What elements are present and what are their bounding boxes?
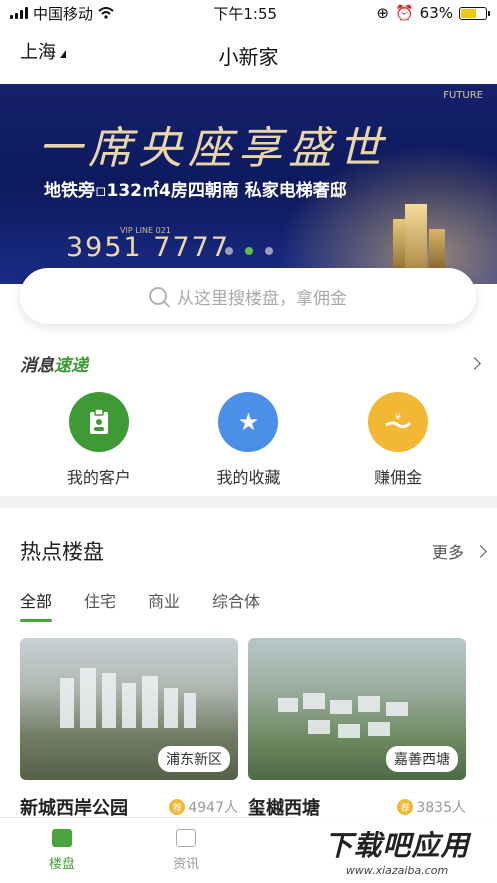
listing-image: 浦东新区 bbox=[20, 638, 238, 780]
city-label: 上海 bbox=[20, 42, 56, 63]
city-selector[interactable]: 上海 bbox=[20, 38, 66, 64]
star-icon: ★ bbox=[218, 392, 279, 452]
news-icon bbox=[176, 829, 196, 847]
listing-image: 嘉善西塘 bbox=[248, 638, 466, 780]
banner-phone: 3951 7777 bbox=[66, 232, 231, 263]
status-left: 中国移动 bbox=[10, 3, 114, 24]
battery-percent: 63% bbox=[419, 4, 453, 22]
watermark-url: www.xiazaiba.com bbox=[345, 863, 449, 877]
shortcut-label: 我的客户 bbox=[66, 468, 131, 487]
search-icon bbox=[149, 287, 167, 305]
wifi-icon bbox=[98, 7, 114, 19]
tab-label: 资讯 bbox=[172, 857, 199, 872]
clock: 下午1:55 bbox=[213, 4, 278, 23]
view-count: 4947人 bbox=[188, 800, 238, 816]
search-placeholder: 从这里搜楼盘，拿佣金 bbox=[177, 288, 347, 309]
news-logo-part-b: 速递 bbox=[54, 355, 88, 376]
area-tag: 嘉善西塘 bbox=[386, 746, 458, 772]
nav-bar: 上海 小新家 bbox=[0, 26, 497, 84]
listing-count: 荐 3835人 bbox=[397, 797, 466, 817]
svg-text:¥: ¥ bbox=[395, 413, 401, 423]
more-label: 更多 bbox=[431, 543, 464, 562]
clipboard-icon bbox=[68, 392, 129, 452]
search-bar[interactable]: 从这里搜楼盘，拿佣金 bbox=[20, 268, 476, 324]
chevron-right-icon bbox=[474, 544, 487, 558]
carrier-label: 中国移动 bbox=[33, 4, 94, 23]
news-ticker[interactable]: 消息速递 bbox=[0, 345, 497, 381]
tab-listings[interactable]: 楼盘 bbox=[0, 818, 124, 883]
shortcut-my-clients[interactable]: 我的客户 bbox=[44, 392, 154, 488]
news-logo-part-a: 消息 bbox=[20, 355, 54, 376]
section-title: 热点楼盘 bbox=[20, 540, 104, 564]
status-right: ⊕ ⏰ 63% bbox=[376, 4, 490, 22]
recommend-badge-icon: 荐 bbox=[169, 799, 186, 815]
listing-cards: 浦东新区 新城西岸公园 荐 4947人 嘉善西塘 玺樾西塘 荐 3835人 bbox=[20, 638, 466, 820]
carousel-dot[interactable] bbox=[265, 247, 273, 255]
status-bar: 中国移动 下午1:55 ⊕ ⏰ 63% bbox=[0, 0, 497, 26]
more-button[interactable]: 更多 bbox=[431, 539, 487, 563]
tab-news[interactable]: 资讯 bbox=[124, 818, 248, 883]
page-title: 小新家 bbox=[218, 44, 279, 69]
shortcut-label: 赚佣金 bbox=[374, 468, 423, 487]
lock-rotation-icon: ⊕ bbox=[376, 4, 389, 22]
tab-commercial[interactable]: 商业 bbox=[148, 588, 180, 622]
tab-residential[interactable]: 住宅 bbox=[84, 588, 116, 622]
watermark-text: 下载吧应用 bbox=[324, 828, 470, 862]
dropdown-triangle-icon bbox=[60, 50, 66, 58]
shortcut-my-favorites[interactable]: ★ 我的收藏 bbox=[193, 392, 303, 488]
shortcut-label: 我的收藏 bbox=[216, 468, 281, 487]
building-icon bbox=[52, 829, 72, 847]
chevron-right-icon[interactable] bbox=[468, 356, 481, 370]
banner-headline: 一席央座享盛世 bbox=[38, 123, 388, 174]
carousel-dots[interactable] bbox=[225, 247, 273, 255]
carousel-dot[interactable] bbox=[245, 247, 253, 255]
promo-banner[interactable]: FUTURE 一席央座享盛世 地铁旁▫132㎡4房四朝南 私家电梯奢邸 VIP … bbox=[0, 84, 497, 284]
listing-card[interactable]: 嘉善西塘 玺樾西塘 荐 3835人 bbox=[248, 638, 466, 820]
hot-listings-header: 热点楼盘 更多 bbox=[20, 536, 487, 566]
shortcut-row: 我的客户 ★ 我的收藏 ¥ 赚佣金 bbox=[0, 392, 497, 488]
category-tabs: 全部 住宅 商业 综合体 bbox=[20, 588, 260, 622]
recommend-badge-icon: 荐 bbox=[397, 799, 414, 815]
banner-brand: FUTURE bbox=[443, 90, 483, 101]
alarm-icon: ⏰ bbox=[394, 4, 414, 22]
tab-all[interactable]: 全部 bbox=[20, 588, 53, 622]
listing-card[interactable]: 浦东新区 新城西岸公园 荐 4947人 bbox=[20, 638, 238, 820]
shortcut-earn-commission[interactable]: ¥ 赚佣金 bbox=[343, 392, 453, 488]
tab-complex[interactable]: 综合体 bbox=[212, 588, 260, 622]
section-divider bbox=[0, 496, 497, 508]
watermark: 下载吧应用 www.xiazaiba.com bbox=[297, 817, 497, 883]
listing-count: 荐 4947人 bbox=[169, 797, 238, 817]
signal-icon bbox=[10, 7, 28, 19]
battery-icon bbox=[459, 6, 490, 20]
tab-label: 楼盘 bbox=[48, 857, 75, 872]
view-count: 3835人 bbox=[416, 800, 466, 816]
carousel-dot[interactable] bbox=[225, 247, 233, 255]
hand-money-icon: ¥ bbox=[368, 392, 429, 452]
news-logo: 消息速递 bbox=[20, 351, 88, 376]
banner-subtitle: 地铁旁▫132㎡4房四朝南 私家电梯奢邸 bbox=[44, 181, 347, 201]
area-tag: 浦东新区 bbox=[158, 746, 230, 772]
